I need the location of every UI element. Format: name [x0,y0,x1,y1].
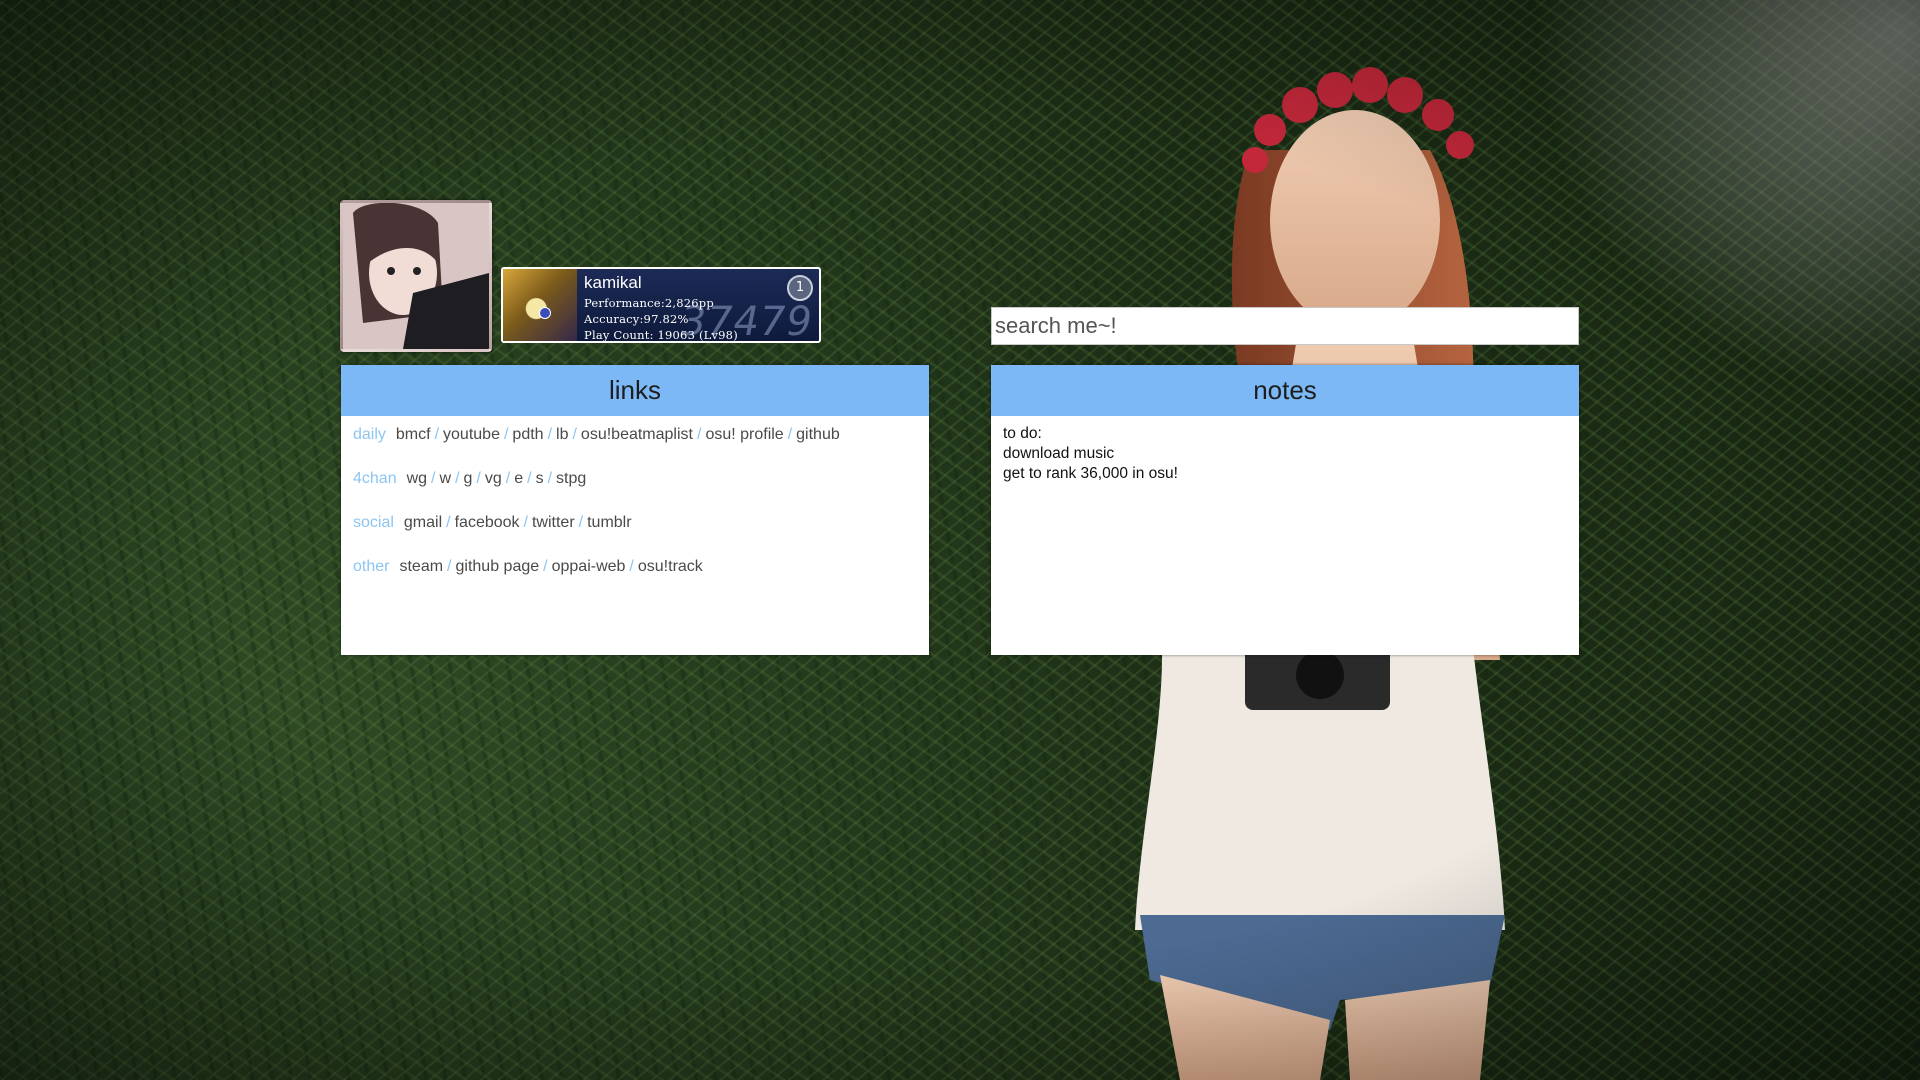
link-separator: / [527,470,532,487]
link-osu-track[interactable]: osu!track [638,558,703,575]
link-row-4chan: 4chan wg / w / g / vg / e / s / stpg [353,470,586,488]
link-row-other: other steam / github page / oppai-web / osu!tra… [353,558,703,576]
osu-accuracy: Accuracy:97.82% [584,312,689,326]
link-osu-beatmaplist[interactable]: osu!beatmaplist [581,426,693,443]
link-category: other [353,558,390,575]
osu-signature-card[interactable]: 37479 kamikal Performance:2,826pp Accura… [501,267,821,343]
link-category: 4chan [353,470,397,487]
link-separator: / [696,426,702,443]
link-separator: / [547,470,553,487]
link-tumblr[interactable]: tumblr [587,514,631,531]
link-w[interactable]: w [440,470,452,487]
osu-play-count: Play Count: 19063 (Lv98) [584,328,738,342]
links-panel: links daily bmcf / youtube / pdth / lb / osu!beat… [341,365,929,655]
link-bmcf[interactable]: bmcf [396,426,431,443]
vignette-overlay [0,0,1920,1080]
link-separator: / [434,426,440,443]
osu-username: kamikal [584,273,642,292]
link-gmail[interactable]: gmail [404,514,442,531]
link-separator: / [787,426,793,443]
link-row-daily: daily bmcf / youtube / pdth / lb / osu!beatmaplis… [353,426,840,444]
link-separator: / [578,514,584,531]
link-separator: / [446,514,451,531]
link-pdth[interactable]: pdth [512,426,543,443]
link-lb[interactable]: lb [556,426,568,443]
link-g[interactable]: g [464,470,473,487]
note-line: to do: [1003,425,1042,442]
link-separator: / [543,558,548,575]
note-line: download music [1003,445,1115,462]
osu-level-badge-icon: 1 [787,275,813,301]
link-facebook[interactable]: facebook [455,514,520,531]
profile-avatar[interactable] [340,200,492,352]
link-row-social: social gmail / facebook / twitter / tumblr [353,514,632,532]
notes-panel-title: notes [991,365,1579,416]
link-vg[interactable]: vg [485,470,502,487]
link-oppai-web[interactable]: oppai-web [552,558,626,575]
link-stpg[interactable]: stpg [556,470,586,487]
notes-panel: notes to do: download music get to rank … [991,365,1579,655]
link-separator: / [629,558,634,575]
link-separator: / [505,470,511,487]
osu-beatmap-thumbnail [503,269,577,341]
note-line: get to rank 36,000 in osu! [1003,465,1178,482]
link-separator: / [572,426,577,443]
link-twitter[interactable]: twitter [532,514,575,531]
link-separator: / [455,470,460,487]
link-separator: / [431,470,436,487]
link-separator: / [447,558,452,575]
link-separator: / [523,514,528,531]
link-separator: / [547,426,553,443]
link-separator: / [503,426,509,443]
links-panel-title: links [341,365,929,416]
link-s[interactable]: s [536,470,544,487]
avatar-image [343,203,489,349]
link-github[interactable]: github [796,426,840,443]
search-input[interactable] [991,307,1579,345]
link-steam[interactable]: steam [399,558,443,575]
link-github-page[interactable]: github page [456,558,540,575]
link-category: daily [353,426,386,443]
link-osu-profile[interactable]: osu! profile [705,426,783,443]
link-wg[interactable]: wg [407,470,427,487]
link-youtube[interactable]: youtube [443,426,500,443]
link-category: social [353,514,394,531]
link-e[interactable]: e [514,470,523,487]
notes-body[interactable]: to do: download music get to rank 36,000… [1003,424,1178,484]
osu-performance: Performance:2,826pp [584,296,714,310]
link-separator: / [476,470,481,487]
